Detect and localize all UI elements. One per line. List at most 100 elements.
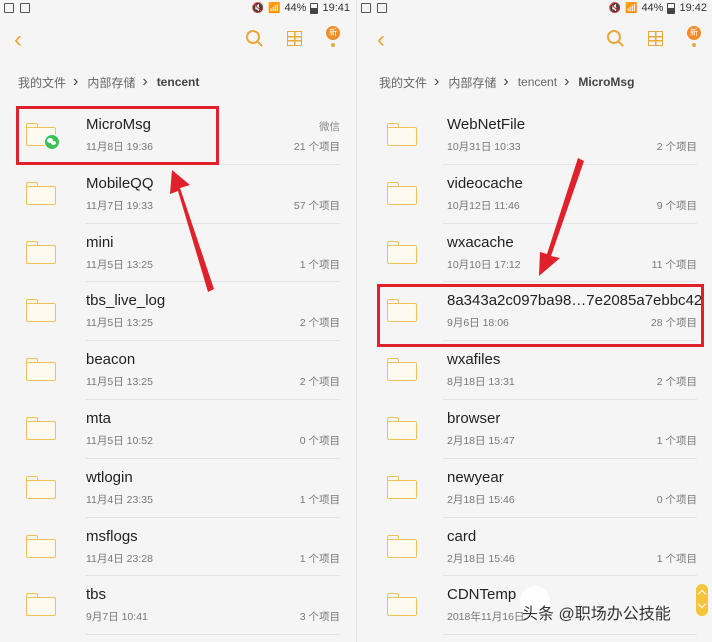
search-icon[interactable] xyxy=(246,30,260,44)
folder-date: 11月5日 13:25 xyxy=(86,317,153,330)
folder-date: 11月5日 13:25 xyxy=(86,376,153,389)
back-arrow-icon[interactable]: ‹ xyxy=(377,28,385,52)
folder-icon xyxy=(26,534,56,558)
folder-date: 11月4日 23:35 xyxy=(86,493,153,506)
folder-row[interactable]: MobileQQ 11月7日 19:33 57 个项目 xyxy=(0,165,356,224)
folder-date: 11月5日 10:52 xyxy=(86,434,153,447)
status-bar: 🔇 📶 44% 19:42 xyxy=(357,0,712,18)
folder-row[interactable]: mini 11月5日 13:25 1 个项目 xyxy=(0,224,356,283)
folder-row[interactable]: tbs 9月7日 10:41 3 个项目 xyxy=(0,576,356,635)
mute-icon: 🔇 xyxy=(608,2,621,14)
folder-icon xyxy=(26,416,56,440)
folder-count: 0 个项目 xyxy=(299,434,340,447)
folder-name: tbs xyxy=(86,586,107,604)
folder-row[interactable]: WebNetFile 10月31日 10:33 2 个项目 xyxy=(357,106,712,165)
folder-row[interactable]: wtlogin 11月4日 23:35 1 个项目 xyxy=(0,459,356,518)
mute-icon: 🔇 xyxy=(251,2,264,14)
folder-count: 21 个项目 xyxy=(293,141,340,153)
folder-row[interactable]: wxacache 10月10日 17:12 11 个项目 xyxy=(357,224,712,283)
folder-row[interactable]: tbs_live_log 11月5日 13:25 2 个项目 xyxy=(0,282,356,341)
folder-name: newyear xyxy=(447,468,504,486)
folder-row[interactable]: beacon 11月5日 13:25 2 个项目 xyxy=(0,341,356,400)
more-options-icon[interactable]: 新 xyxy=(684,26,704,52)
breadcrumb-current: MicroMsg xyxy=(578,75,635,89)
folder-row[interactable]: videocache 10月12日 11:46 9 个项目 xyxy=(357,165,712,224)
back-arrow-icon[interactable]: ‹ xyxy=(14,28,22,52)
folder-icon xyxy=(26,475,56,499)
status-bar: 🔇 📶 44% 19:41 xyxy=(0,0,356,18)
wifi-icon: 📶 xyxy=(267,2,281,14)
watermark: 头条 @职场办公技能 xyxy=(522,606,671,623)
breadcrumb-item[interactable]: 我的文件 xyxy=(18,74,66,91)
folder-row[interactable]: browser 2月18日 15:47 1 个项目 xyxy=(357,400,712,459)
battery-icon xyxy=(667,2,676,14)
fast-scroll-handle[interactable] xyxy=(696,584,708,616)
folder-date: 11月7日 19:33 xyxy=(86,199,153,212)
breadcrumb: 我的文件 › 内部存储 › tencent xyxy=(18,72,356,92)
breadcrumb-item[interactable]: 我的文件 xyxy=(379,74,427,91)
folder-name: msflogs xyxy=(86,527,138,545)
grid-view-icon[interactable] xyxy=(287,31,302,46)
folder-name: wxacache xyxy=(447,233,514,251)
folder-count: 9 个项目 xyxy=(656,199,697,212)
folder-tag: 微信 xyxy=(319,121,340,133)
folder-name: browser xyxy=(447,409,501,427)
folder-icon xyxy=(387,123,417,146)
folder-date: 11月5日 13:25 xyxy=(86,258,153,271)
folder-date: 8月18日 13:31 xyxy=(447,376,515,389)
clock: 19:42 xyxy=(679,2,707,14)
toolbar: ‹ 新 xyxy=(0,22,356,58)
folder-count: 2 个项目 xyxy=(299,376,340,389)
folder-count: 1 个项目 xyxy=(299,258,340,271)
folder-count: 11 个项目 xyxy=(651,258,697,271)
highlight-box-target-folder xyxy=(377,284,704,347)
folder-count: 0 个项目 xyxy=(656,493,697,506)
left-file-browser: 🔇 📶 44% 19:41 ‹ 新 我的文件 › 内部存储 › tencent Mi… xyxy=(0,0,356,642)
folder-date: 2月18日 15:46 xyxy=(447,552,515,565)
folder-icon xyxy=(387,475,417,499)
folder-date: 2018年11月16日 xyxy=(447,611,525,624)
folder-icon xyxy=(26,358,56,382)
folder-date: 2月18日 15:47 xyxy=(447,434,515,447)
folder-date: 2月18日 15:46 xyxy=(447,493,515,506)
folder-count: 1 个项目 xyxy=(656,552,697,565)
folder-name: MobileQQ xyxy=(86,174,154,192)
folder-row[interactable]: wxafiles 8月18日 13:31 2 个项目 xyxy=(357,341,712,400)
search-icon[interactable] xyxy=(607,30,621,44)
breadcrumb-item[interactable]: tencent xyxy=(518,75,557,89)
chevron-right-icon: › xyxy=(73,73,79,90)
toolbar: ‹ 新 xyxy=(357,22,712,58)
more-options-icon[interactable]: 新 xyxy=(323,26,343,52)
wifi-icon: 📶 xyxy=(624,2,638,14)
folder-count: 2 个项目 xyxy=(656,376,697,389)
new-badge: 新 xyxy=(687,26,701,40)
folder-date: 9月7日 10:41 xyxy=(86,611,148,624)
breadcrumb-item[interactable]: 内部存储 xyxy=(448,74,496,91)
folder-date: 10月12日 11:46 xyxy=(447,199,520,212)
folder-icon xyxy=(387,358,417,382)
grid-view-icon[interactable] xyxy=(648,31,663,46)
folder-count: 2 个项目 xyxy=(656,141,697,153)
folder-count: 1 个项目 xyxy=(299,493,340,506)
image-notification-icon xyxy=(361,3,371,13)
folder-date: 10月31日 10:33 xyxy=(447,141,521,153)
folder-name: tbs_live_log xyxy=(86,292,166,310)
folder-row[interactable]: card 2月18日 15:46 1 个项目 xyxy=(357,518,712,577)
folder-name: videocache xyxy=(447,174,523,192)
folder-icon xyxy=(387,593,417,617)
folder-icon xyxy=(387,181,417,205)
folder-count: 2 个项目 xyxy=(299,317,340,330)
chevron-right-icon: › xyxy=(503,73,509,90)
folder-count: 1 个项目 xyxy=(656,434,697,447)
app-notification-icon xyxy=(20,3,30,13)
folder-row[interactable]: mta 11月5日 10:52 0 个项目 xyxy=(0,400,356,459)
folder-list: MicroMsg 11月8日 19:36 微信 21 个项目 MobileQQ … xyxy=(0,106,356,635)
chevron-right-icon: › xyxy=(564,73,570,90)
folder-row[interactable]: newyear 2月18日 15:46 0 个项目 xyxy=(357,459,712,518)
folder-row[interactable]: msflogs 11月4日 23:28 1 个项目 xyxy=(0,518,356,577)
battery-icon xyxy=(310,2,319,14)
folder-name: WebNetFile xyxy=(447,116,526,133)
folder-icon xyxy=(387,534,417,558)
breadcrumb-current: tencent xyxy=(156,75,200,89)
breadcrumb-item[interactable]: 内部存储 xyxy=(87,74,135,91)
